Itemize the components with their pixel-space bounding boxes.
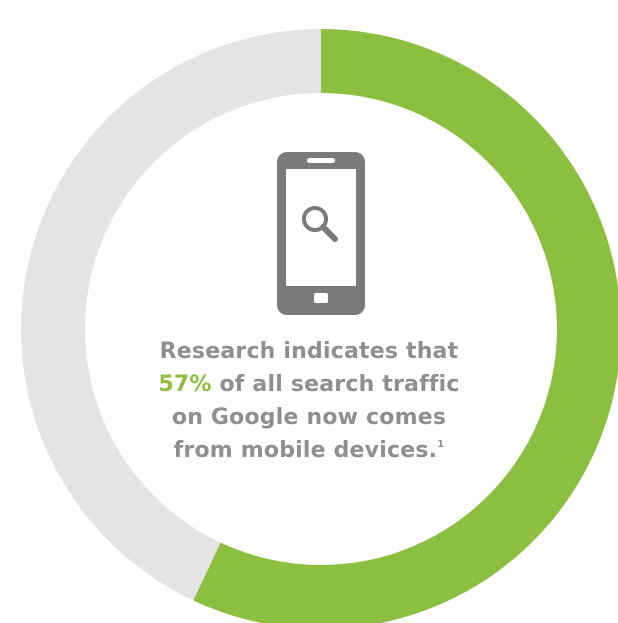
caption-line-4: from mobile devices.1: [134, 434, 484, 467]
caption-line-3: on Google now comes: [171, 405, 447, 430]
donut-slice-other: [20, 29, 321, 601]
caption-line-1: Research indicates that: [159, 339, 459, 364]
caption-line-4-text: from mobile devices.: [173, 438, 438, 463]
phone-speaker: [307, 158, 335, 163]
smartphone-search-icon: [277, 152, 365, 315]
caption-line-2-rest: of all search traffic: [211, 372, 460, 397]
highlight-percentage: 57%: [158, 372, 212, 397]
footnote-marker: 1: [437, 439, 445, 450]
caption-line-2: 57% of all search traffic: [134, 368, 484, 401]
phone-home-button: [314, 293, 328, 303]
caption-text: Research indicates that 57% of all searc…: [134, 335, 484, 467]
donut-slice-mobile: [193, 29, 618, 623]
